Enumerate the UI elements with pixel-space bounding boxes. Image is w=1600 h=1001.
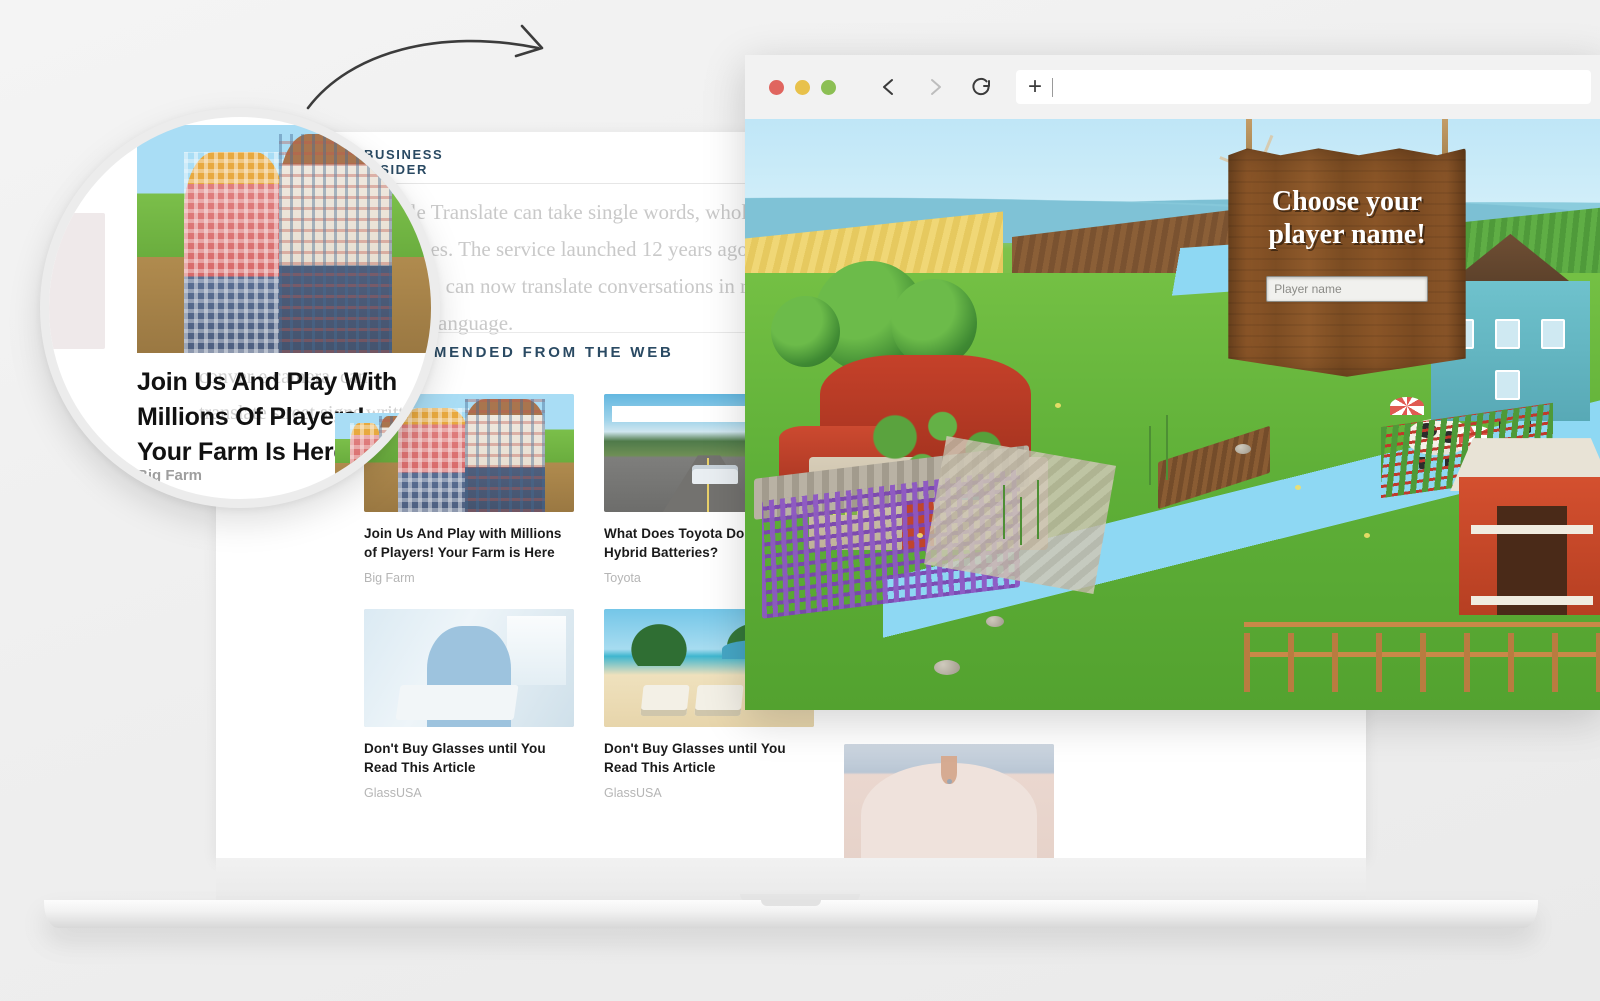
arrow-left-icon[interactable] xyxy=(878,76,900,98)
game-browser-window: + Choose your player name! Player name xyxy=(745,55,1600,710)
reeds xyxy=(1149,426,1152,486)
market-umbrella xyxy=(1390,396,1425,415)
minimize-window-button[interactable] xyxy=(795,79,810,95)
magnified-thumbnail xyxy=(335,413,427,499)
sign-board: Choose your player name! Player name xyxy=(1228,148,1466,377)
reeds xyxy=(1003,485,1005,539)
sign-title: Choose your player name! xyxy=(1228,185,1465,251)
reeds xyxy=(1166,414,1169,480)
recommended-card[interactable]: Our jewels are like memories: capture yo… xyxy=(844,744,1064,860)
magnified-side-card xyxy=(49,213,105,349)
butterfly xyxy=(1054,402,1061,408)
game-scene[interactable]: Choose your player name! Player name xyxy=(745,119,1600,710)
card-source: GlassUSA xyxy=(364,786,422,800)
laptop-base xyxy=(44,900,1538,928)
reeds xyxy=(1037,479,1040,539)
player-name-input[interactable]: Player name xyxy=(1266,276,1428,303)
card-title[interactable]: Don't Buy Glasses until You Read This Ar… xyxy=(604,739,814,777)
card-image-woman-laptop[interactable] xyxy=(364,609,574,727)
recommended-card[interactable]: Don't Buy Glasses until You Read This Ar… xyxy=(364,609,574,800)
sign-title-line-1: Choose your xyxy=(1271,185,1423,217)
browser-chrome: + xyxy=(745,55,1600,119)
maximize-window-button[interactable] xyxy=(821,79,836,95)
fence xyxy=(1243,633,1600,693)
card-title[interactable]: Don't Buy Glasses until You Read This Ar… xyxy=(364,739,574,777)
butterfly xyxy=(1364,532,1371,538)
stone xyxy=(934,659,961,675)
reload-icon[interactable] xyxy=(970,75,994,99)
arrow-right-icon[interactable] xyxy=(924,76,946,98)
barn[interactable] xyxy=(1450,438,1600,616)
reeds xyxy=(1020,497,1023,545)
magnified-card-source: Big Farm xyxy=(137,467,203,484)
card-image-jewelry-woman[interactable] xyxy=(844,744,1054,860)
butterfly xyxy=(917,532,923,538)
magnified-card-image[interactable] xyxy=(137,125,431,353)
text-caret xyxy=(1052,77,1054,97)
screenshot-root: BUSINESS INSIDER TECH FINANCE POLITICS G… xyxy=(0,0,1600,1001)
sign-title-line-2: player name! xyxy=(1268,218,1426,250)
card-source: Big Farm xyxy=(364,571,415,585)
close-window-button[interactable] xyxy=(769,79,784,95)
magnifier-lens: BUSINESS INSIDER ate them into one of mo… xyxy=(40,108,440,508)
window-traffic-lights xyxy=(769,79,836,95)
fence-rail xyxy=(1243,622,1600,628)
url-bar[interactable]: + xyxy=(1016,70,1591,104)
card-source: GlassUSA xyxy=(604,786,662,800)
player-name-sign: Choose your player name! Player name xyxy=(1218,119,1476,385)
wood-grain xyxy=(1228,148,1466,377)
mag-title-line-1: Join Us And Play With xyxy=(137,368,397,396)
tree xyxy=(891,278,978,368)
card-title[interactable]: Join Us And Play with Millions of Player… xyxy=(364,524,574,562)
player-name-placeholder: Player name xyxy=(1274,282,1342,297)
plus-icon[interactable]: + xyxy=(1028,75,1042,99)
curved-arrow-icon xyxy=(290,8,580,118)
